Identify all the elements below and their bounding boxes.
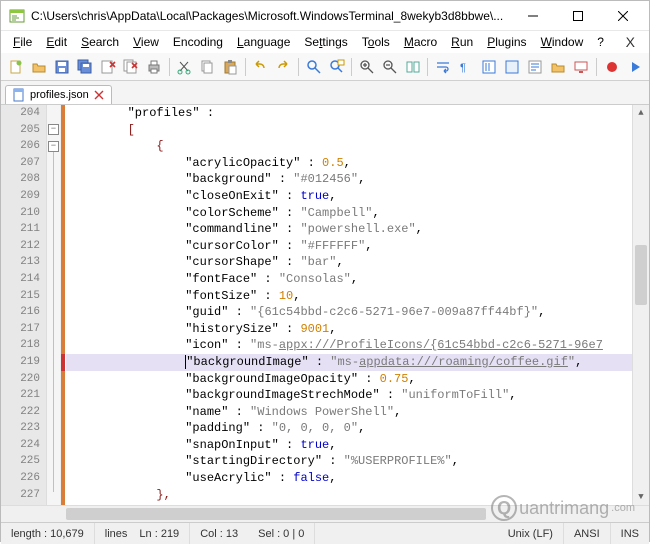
tab-profiles-json[interactable]: profiles.json [5,85,112,104]
fold-column[interactable]: − − [47,105,61,505]
vertical-scrollbar[interactable]: ▲ ▼ [632,105,649,505]
scroll-down-icon[interactable]: ▼ [633,489,649,505]
status-eol[interactable]: Unix (LF) [498,523,564,544]
menu-window[interactable]: Window [535,33,590,51]
paste-icon[interactable] [220,56,241,78]
menu-language[interactable]: Language [231,33,296,51]
replace-icon[interactable] [326,56,347,78]
zoom-in-icon[interactable] [356,56,377,78]
statusbar: length : 10,679 lines Ln : 219 Col : 13 … [1,522,649,544]
menu-file[interactable]: File [7,33,38,51]
status-ln: Ln : 219 [129,523,190,544]
close-file-icon[interactable] [97,56,118,78]
tab-label: profiles.json [30,89,89,101]
folder-icon[interactable] [548,56,569,78]
status-insert-mode[interactable]: INS [611,523,649,544]
scrollbar-thumb[interactable] [66,508,486,520]
monitor-icon[interactable] [571,56,592,78]
menu-help[interactable]: ? [591,33,610,51]
menu-view[interactable]: View [127,33,165,51]
close-all-icon[interactable] [120,56,141,78]
redo-icon[interactable] [273,56,294,78]
record-macro-icon[interactable] [601,56,622,78]
undo-icon[interactable] [250,56,271,78]
editor[interactable]: 2042052062072082092102112122132142152162… [1,105,649,505]
window-title: C:\Users\chris\AppData\Local\Packages\Mi… [31,9,510,23]
save-all-icon[interactable] [74,56,95,78]
status-length: length : 10,679 [1,523,95,544]
toolbar: ¶ [1,53,649,81]
status-sel: Sel : 0 | 0 [248,523,315,544]
svg-text:¶: ¶ [460,62,466,74]
sync-scroll-icon[interactable] [402,56,423,78]
code-area[interactable]: "profiles" : [ { "acrylicOpacity" : 0.5,… [66,105,632,505]
scrollbar-thumb[interactable] [635,245,647,305]
fold-minus-icon[interactable]: − [48,124,59,135]
status-col: Col : 13 [190,523,248,544]
horizontal-scrollbar[interactable] [66,506,632,522]
menubar: File Edit Search View Encoding Language … [1,31,649,53]
status-encoding[interactable]: ANSI [564,523,611,544]
status-lines: lines [95,523,130,544]
menu-run[interactable]: Run [445,33,479,51]
print-icon[interactable] [144,56,165,78]
play-macro-icon[interactable] [624,56,645,78]
fold-minus-icon[interactable]: − [48,141,59,152]
menu-edit[interactable]: Edit [40,33,73,51]
titlebar: C:\Users\chris\AppData\Local\Packages\Mi… [1,1,649,31]
line-number-gutter: 2042052062072082092102112122132142152162… [1,105,47,505]
save-icon[interactable] [51,56,72,78]
wordwrap-icon[interactable] [432,56,453,78]
doc-map-icon[interactable] [502,56,523,78]
minimize-button[interactable] [510,2,555,30]
menu-macro[interactable]: Macro [398,33,443,51]
indent-guide-icon[interactable] [479,56,500,78]
tabbar: profiles.json [1,81,649,105]
maximize-button[interactable] [555,2,600,30]
menu-tools[interactable]: Tools [356,33,396,51]
cut-icon[interactable] [174,56,195,78]
file-icon [12,88,26,102]
menu-encoding[interactable]: Encoding [167,33,229,51]
find-icon[interactable] [303,56,324,78]
new-file-icon[interactable] [5,56,26,78]
doc-close-x[interactable]: X [618,34,643,50]
close-button[interactable] [600,2,645,30]
open-file-icon[interactable] [28,56,49,78]
zoom-out-icon[interactable] [379,56,400,78]
menu-plugins[interactable]: Plugins [481,33,532,51]
copy-icon[interactable] [197,56,218,78]
app-icon [9,8,25,24]
menu-search[interactable]: Search [75,33,125,51]
scroll-up-icon[interactable]: ▲ [633,105,649,121]
menu-settings[interactable]: Settings [298,33,353,51]
show-all-chars-icon[interactable]: ¶ [455,56,476,78]
tab-close-icon[interactable] [93,89,105,101]
func-list-icon[interactable] [525,56,546,78]
